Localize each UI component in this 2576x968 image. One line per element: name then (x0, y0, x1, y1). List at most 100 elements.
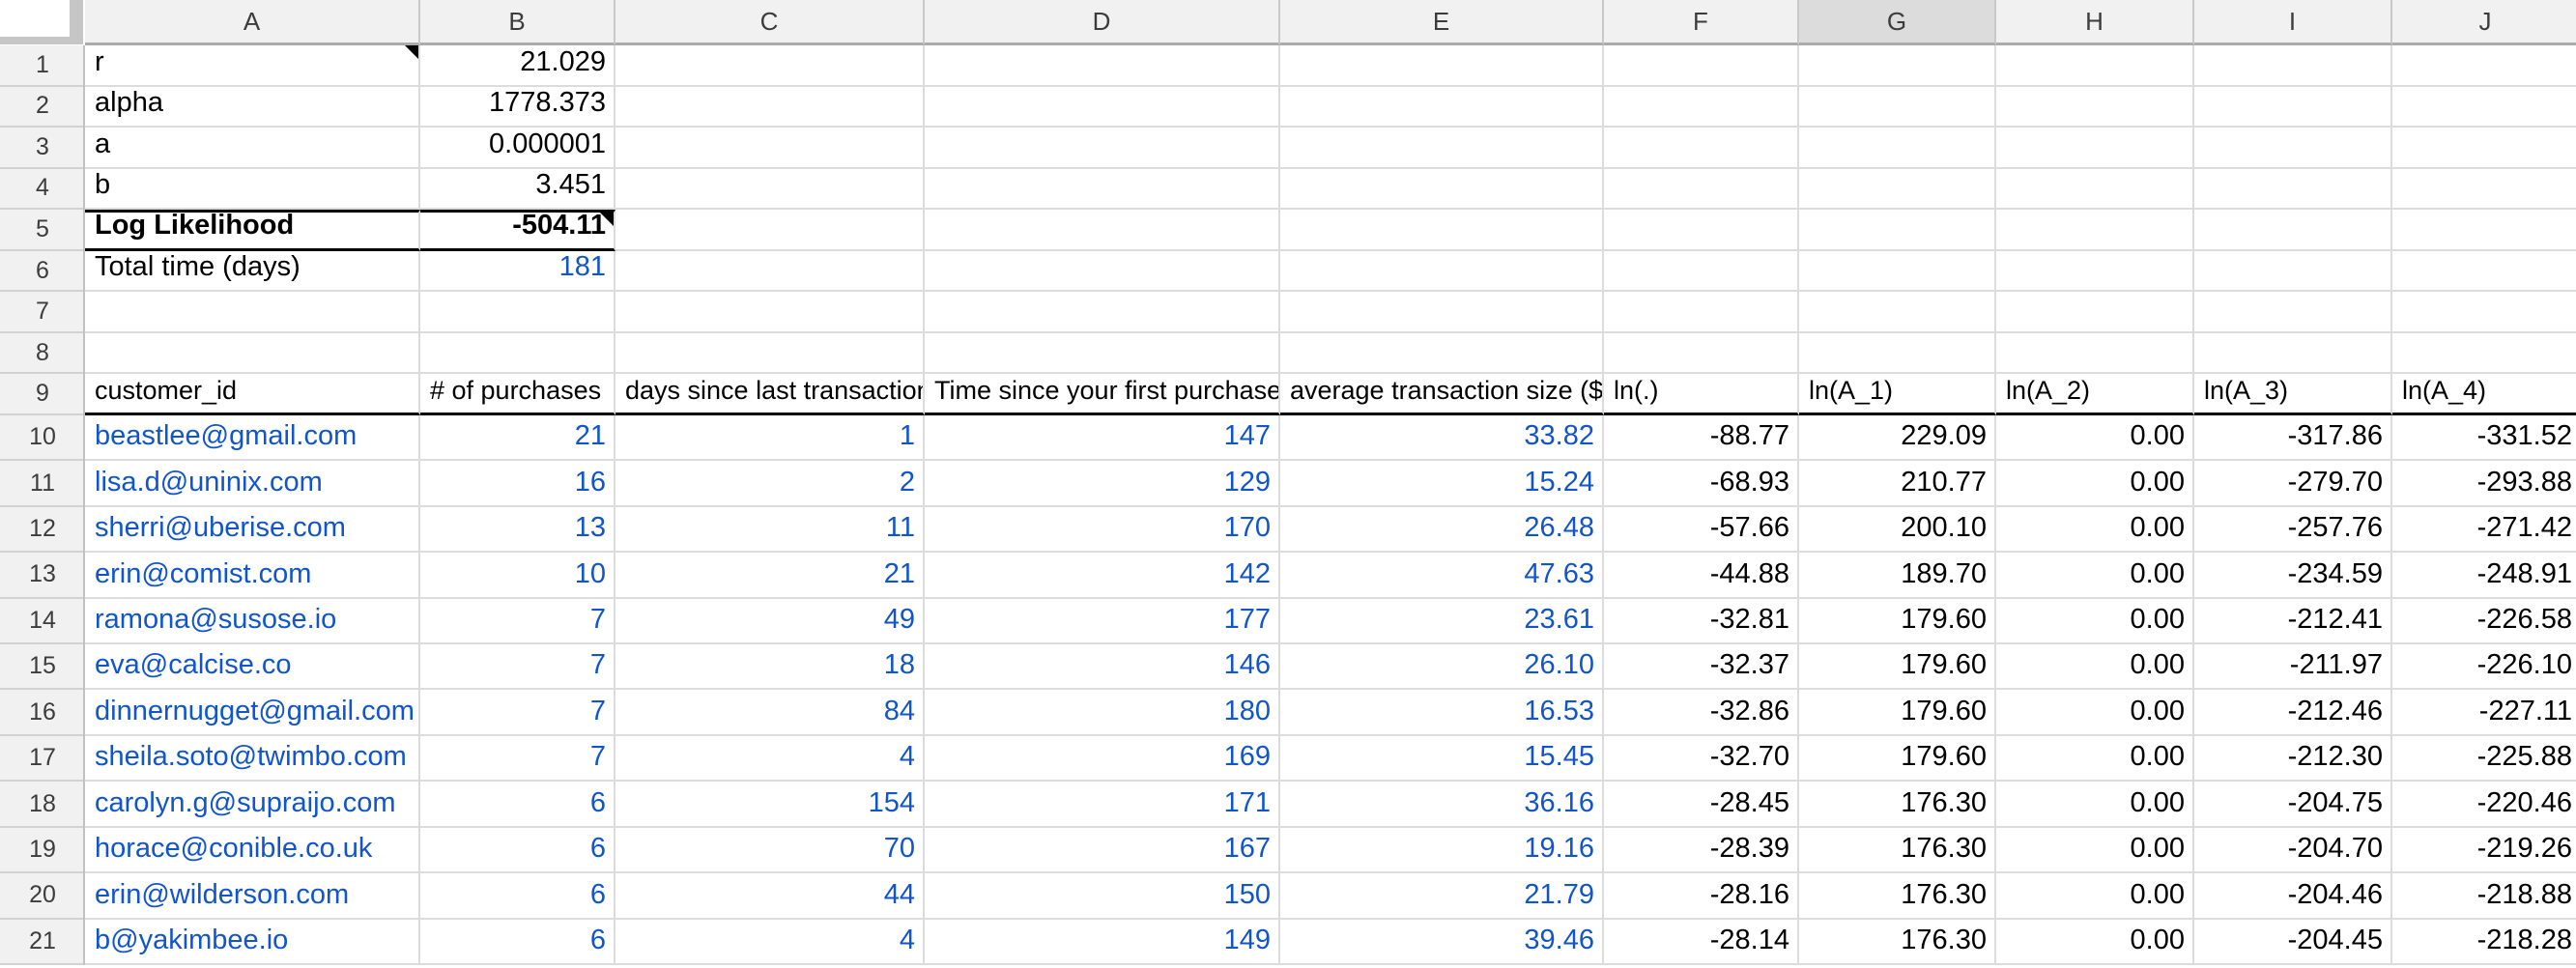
cell-G16[interactable]: 179.60 (1799, 690, 1996, 735)
cell-B15[interactable]: 7 (420, 644, 615, 690)
cell-B19[interactable]: 6 (420, 828, 615, 873)
cell-J18[interactable]: -220.46 (2392, 782, 2576, 827)
cell-C6[interactable] (615, 251, 925, 293)
cell-D17[interactable]: 169 (925, 736, 1280, 782)
cell-B12[interactable]: 13 (420, 507, 615, 553)
cell-D8[interactable] (925, 333, 1280, 375)
cell-E12[interactable]: 26.48 (1280, 507, 1604, 553)
row-header-9[interactable]: 9 (0, 374, 85, 415)
cell-H15[interactable]: 0.00 (1996, 644, 2194, 690)
cell-A9[interactable]: customer_id (85, 374, 420, 415)
cell-I18[interactable]: -204.75 (2194, 782, 2392, 827)
cell-E21[interactable]: 39.46 (1280, 920, 1604, 965)
cell-C9[interactable]: days since last transaction (615, 374, 925, 415)
column-header-H[interactable]: H (1996, 0, 2194, 45)
cell-B5[interactable]: -504.11 (420, 210, 615, 251)
cell-I21[interactable]: -204.45 (2194, 920, 2392, 965)
cell-H19[interactable]: 0.00 (1996, 828, 2194, 873)
cell-C13[interactable]: 21 (615, 553, 925, 598)
cell-H8[interactable] (1996, 333, 2194, 375)
cell-F1[interactable] (1604, 45, 1799, 87)
cell-G15[interactable]: 179.60 (1799, 644, 1996, 690)
cell-H11[interactable]: 0.00 (1996, 461, 2194, 506)
cell-D14[interactable]: 177 (925, 599, 1280, 644)
cell-E11[interactable]: 15.24 (1280, 461, 1604, 506)
cell-H14[interactable]: 0.00 (1996, 599, 2194, 644)
row-header-12[interactable]: 12 (0, 507, 85, 553)
column-header-E[interactable]: E (1280, 0, 1604, 45)
cell-I2[interactable] (2194, 87, 2392, 128)
cell-F8[interactable] (1604, 333, 1799, 375)
cell-H9[interactable]: ln(A_2) (1996, 374, 2194, 415)
cell-D12[interactable]: 170 (925, 507, 1280, 553)
cell-C14[interactable]: 49 (615, 599, 925, 644)
cell-A15[interactable]: eva@calcise.co (85, 644, 420, 690)
cell-A18[interactable]: carolyn.g@supraijo.com (85, 782, 420, 827)
cell-G20[interactable]: 176.30 (1799, 873, 1996, 919)
cell-C12[interactable]: 11 (615, 507, 925, 553)
cell-E9[interactable]: average transaction size ($) (1280, 374, 1604, 415)
cell-H4[interactable] (1996, 169, 2194, 211)
cell-G3[interactable] (1799, 128, 1996, 169)
cell-A7[interactable] (85, 292, 420, 333)
cell-B21[interactable]: 6 (420, 920, 615, 965)
cell-I13[interactable]: -234.59 (2194, 553, 2392, 598)
cell-D11[interactable]: 129 (925, 461, 1280, 506)
cell-H7[interactable] (1996, 292, 2194, 333)
cell-F5[interactable] (1604, 210, 1799, 251)
cell-D1[interactable] (925, 45, 1280, 87)
cell-F18[interactable]: -28.45 (1604, 782, 1799, 827)
cell-J5[interactable] (2392, 210, 2576, 251)
cell-G8[interactable] (1799, 333, 1996, 375)
cell-H6[interactable] (1996, 251, 2194, 293)
cell-D21[interactable]: 149 (925, 920, 1280, 965)
cell-G21[interactable]: 176.30 (1799, 920, 1996, 965)
row-header-8[interactable]: 8 (0, 333, 85, 375)
cell-G18[interactable]: 176.30 (1799, 782, 1996, 827)
row-header-1[interactable]: 1 (0, 45, 85, 87)
cell-B18[interactable]: 6 (420, 782, 615, 827)
cell-F2[interactable] (1604, 87, 1799, 128)
cell-E14[interactable]: 23.61 (1280, 599, 1604, 644)
cell-E1[interactable] (1280, 45, 1604, 87)
cell-D9[interactable]: Time since your first purchase (925, 374, 1280, 415)
cell-I19[interactable]: -204.70 (2194, 828, 2392, 873)
cell-D10[interactable]: 147 (925, 415, 1280, 461)
row-header-15[interactable]: 15 (0, 644, 85, 690)
cell-J12[interactable]: -271.42 (2392, 507, 2576, 553)
cell-C4[interactable] (615, 169, 925, 211)
cell-J15[interactable]: -226.10 (2392, 644, 2576, 690)
cell-J13[interactable]: -248.91 (2392, 553, 2576, 598)
cell-J19[interactable]: -219.26 (2392, 828, 2576, 873)
cell-J10[interactable]: -331.52 (2392, 415, 2576, 461)
cell-F6[interactable] (1604, 251, 1799, 293)
cell-H13[interactable]: 0.00 (1996, 553, 2194, 598)
cell-D2[interactable] (925, 87, 1280, 128)
row-header-10[interactable]: 10 (0, 415, 85, 461)
cell-C16[interactable]: 84 (615, 690, 925, 735)
cell-C20[interactable]: 44 (615, 873, 925, 919)
cell-A13[interactable]: erin@comist.com (85, 553, 420, 598)
cell-E19[interactable]: 19.16 (1280, 828, 1604, 873)
cell-H18[interactable]: 0.00 (1996, 782, 2194, 827)
cell-A6[interactable]: Total time (days) (85, 251, 420, 293)
cell-F14[interactable]: -32.81 (1604, 599, 1799, 644)
cell-F13[interactable]: -44.88 (1604, 553, 1799, 598)
row-header-14[interactable]: 14 (0, 599, 85, 644)
cell-A17[interactable]: sheila.soto@twimbo.com (85, 736, 420, 782)
cell-F3[interactable] (1604, 128, 1799, 169)
cell-B20[interactable]: 6 (420, 873, 615, 919)
cell-C3[interactable] (615, 128, 925, 169)
cell-B14[interactable]: 7 (420, 599, 615, 644)
cell-D16[interactable]: 180 (925, 690, 1280, 735)
cell-J16[interactable]: -227.11 (2392, 690, 2576, 735)
column-header-B[interactable]: B (420, 0, 615, 45)
cell-F21[interactable]: -28.14 (1604, 920, 1799, 965)
cell-A5[interactable]: Log Likelihood (85, 210, 420, 251)
cell-I12[interactable]: -257.76 (2194, 507, 2392, 553)
cell-D3[interactable] (925, 128, 1280, 169)
cell-D20[interactable]: 150 (925, 873, 1280, 919)
cell-D5[interactable] (925, 210, 1280, 251)
cell-H21[interactable]: 0.00 (1996, 920, 2194, 965)
cell-D13[interactable]: 142 (925, 553, 1280, 598)
